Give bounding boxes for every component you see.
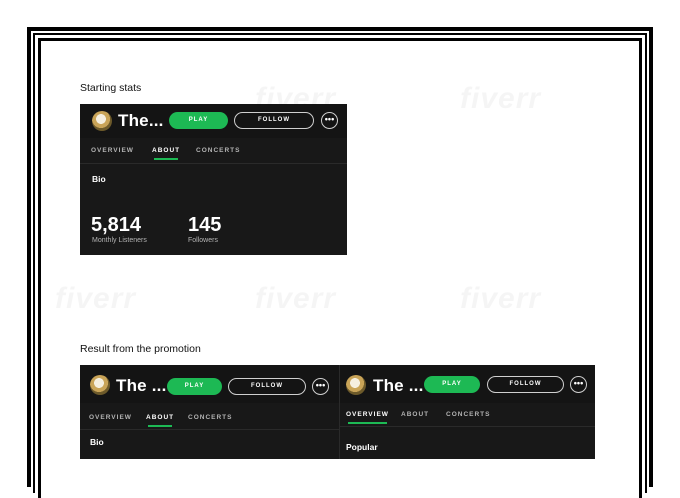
followers-label: Followers xyxy=(188,237,218,244)
follow-button[interactable]: FOLLOW xyxy=(487,376,564,393)
monthly-listeners-value: 5,814 xyxy=(91,214,142,236)
artist-header: The... PLAY FOLLOW ••• xyxy=(80,104,347,138)
follow-button[interactable]: FOLLOW xyxy=(228,378,306,395)
artist-profile-panel-start: The... PLAY FOLLOW ••• OVERVIEW ABOUT CO… xyxy=(80,104,347,255)
artist-avatar xyxy=(346,375,366,395)
tab-concerts[interactable]: CONCERTS xyxy=(196,147,240,154)
tab-concerts[interactable]: CONCERTS xyxy=(188,414,232,421)
follow-button[interactable]: FOLLOW xyxy=(234,112,314,129)
caption-result: Result from the promotion xyxy=(80,343,201,355)
tab-overview[interactable]: OVERVIEW xyxy=(89,414,132,421)
artist-profile-panel-result-overview: The ... PLAY FOLLOW ••• OVERVIEW ABOUT C… xyxy=(339,365,595,459)
monthly-listeners-label: Monthly Listeners xyxy=(92,237,147,244)
more-options-icon[interactable]: ••• xyxy=(312,378,329,395)
tab-overview[interactable]: OVERVIEW xyxy=(91,147,134,154)
artist-header: The ... PLAY FOLLOW ••• xyxy=(80,365,339,403)
tab-divider xyxy=(80,429,339,430)
tab-about[interactable]: ABOUT xyxy=(146,414,174,427)
play-button[interactable]: PLAY xyxy=(167,378,222,395)
tab-about[interactable]: ABOUT xyxy=(401,411,429,418)
tab-overview[interactable]: OVERVIEW xyxy=(346,411,389,424)
tab-concerts[interactable]: CONCERTS xyxy=(446,411,490,418)
artist-avatar xyxy=(92,111,112,131)
section-title-bio: Bio xyxy=(92,174,106,184)
caption-starting-stats: Starting stats xyxy=(80,82,142,94)
artist-header: The ... PLAY FOLLOW ••• xyxy=(340,365,595,403)
play-button[interactable]: PLAY xyxy=(424,376,480,393)
section-title-bio: Bio xyxy=(90,437,104,447)
artist-name: The ... xyxy=(373,376,424,395)
artist-name: The... xyxy=(118,111,164,130)
tab-divider xyxy=(80,163,347,164)
tab-about[interactable]: ABOUT xyxy=(152,147,180,160)
more-options-icon[interactable]: ••• xyxy=(570,376,587,393)
followers-value: 145 xyxy=(188,214,222,236)
artist-profile-panel-result-about: The ... PLAY FOLLOW ••• OVERVIEW ABOUT C… xyxy=(80,365,339,459)
more-options-icon[interactable]: ••• xyxy=(321,112,338,129)
tab-divider xyxy=(340,426,595,427)
section-title-popular: Popular xyxy=(346,442,378,452)
artist-name: The ... xyxy=(116,376,167,395)
artist-avatar xyxy=(90,375,110,395)
play-button[interactable]: PLAY xyxy=(169,112,228,129)
